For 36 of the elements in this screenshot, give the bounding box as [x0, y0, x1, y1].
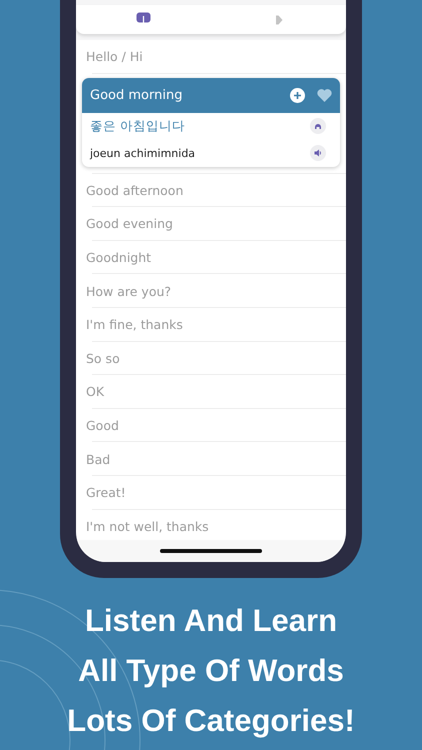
phrase-row[interactable]: Hello / Hi: [76, 40, 346, 74]
phrase-row[interactable]: Good afternoon: [76, 174, 346, 208]
phrase-text: Bad: [86, 452, 110, 467]
phrase-row[interactable]: Bad: [76, 442, 346, 476]
phrase-row[interactable]: So so: [76, 342, 346, 376]
slow-play-button[interactable]: [310, 118, 326, 134]
phrase-row[interactable]: Good evening: [76, 207, 346, 241]
speaker-icon: [314, 149, 322, 158]
phrase-row[interactable]: OK: [76, 375, 346, 409]
phrase-row[interactable]: Goodnight: [76, 240, 346, 274]
phrase-text: So so: [86, 350, 120, 366]
phrase-row[interactable]: Good: [76, 408, 346, 442]
phrase-text: Good evening: [86, 216, 173, 232]
phrase-text: I'm fine, thanks: [86, 317, 183, 332]
phrase-row[interactable]: Great!: [76, 476, 346, 510]
phrase-row[interactable]: I'm not well, thanks: [76, 510, 346, 540]
phrase-text: I'm not well, thanks: [86, 518, 209, 534]
phrase-header[interactable]: Good morning: [82, 78, 340, 113]
phrase-text: How are you?: [86, 284, 172, 299]
heart-icon[interactable]: [317, 88, 332, 102]
phrase-text: Good: [86, 418, 119, 434]
phrase-text: Good afternoon: [86, 182, 184, 198]
headline-text: All Type Of Words: [78, 652, 344, 690]
headline-text: Listen And Learn: [84, 602, 338, 640]
translation-text: 좋은 아침입니다: [90, 118, 186, 135]
speaker-button[interactable]: [310, 145, 326, 162]
headline-text: Lots Of Categories!: [67, 702, 355, 740]
phrase-text: Hello / Hi: [86, 49, 143, 64]
romanization-text: joeun achimimnida: [90, 146, 196, 160]
phrase-text: Good morning: [90, 88, 184, 103]
phrase-text: Great!: [86, 485, 126, 500]
phrase-row[interactable]: How are you?: [76, 274, 346, 308]
phrase-text: Goodnight: [86, 250, 152, 266]
phrase-text: OK: [86, 384, 104, 400]
phrase-row[interactable]: I'm fine, thanks: [76, 308, 346, 342]
add-icon[interactable]: [290, 88, 305, 103]
